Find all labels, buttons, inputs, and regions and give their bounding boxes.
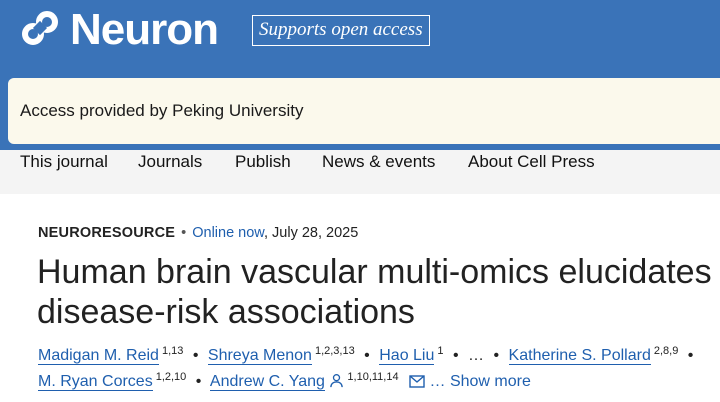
author-separator: • xyxy=(364,347,370,364)
author-affiliation: 1,13 xyxy=(161,344,184,357)
article-meta: NEURORESOURCE • Online now, July 28, 2025 xyxy=(38,225,358,241)
author-affiliation: 1 xyxy=(437,344,444,357)
article-type: NEURORESOURCE xyxy=(38,225,176,241)
author-separator: • xyxy=(452,347,459,364)
main-navigation: This journal Journals Publish News & eve… xyxy=(0,150,720,194)
author-link[interactable]: Andrew C. Yang xyxy=(209,373,325,391)
nav-about-cell-press[interactable]: About Cell Press xyxy=(468,152,595,172)
author-link[interactable]: M. Ryan Corces xyxy=(38,373,153,391)
cell-press-logo-icon xyxy=(20,8,60,53)
journal-name: Neuron xyxy=(70,5,219,54)
access-notice: Access provided by Peking University xyxy=(8,78,720,144)
authors-ellipsis: … xyxy=(468,347,485,364)
author-separator: • xyxy=(195,373,202,390)
author-affiliation: 1,10,11,14 xyxy=(347,370,399,383)
nav-news-events[interactable]: News & events xyxy=(322,152,435,172)
author-separator: • xyxy=(493,347,500,364)
author-link[interactable]: Shreya Menon xyxy=(207,347,312,365)
author-affiliation: 1,2,3,13 xyxy=(314,344,355,357)
author-line-2: M. Ryan Corces 1,2,10 • Andrew C. Yang 1,… xyxy=(38,369,531,397)
author-separator: • xyxy=(687,347,694,364)
online-now-link[interactable]: Online now xyxy=(192,225,264,241)
nav-publish[interactable]: Publish xyxy=(235,152,291,172)
nav-journals[interactable]: Journals xyxy=(138,152,202,172)
person-icon xyxy=(329,371,344,397)
article-title: Human brain vascular multi-omics elucida… xyxy=(37,253,712,331)
author-affiliation: 2,8,9 xyxy=(653,344,679,357)
author-affiliation: 1,2,10 xyxy=(155,370,187,383)
article-header: NEURORESOURCE • Online now, July 28, 2025 … xyxy=(0,194,720,402)
show-more-authors-button[interactable]: … Show more xyxy=(430,373,531,390)
author-link[interactable]: Madigan M. Reid xyxy=(38,347,159,365)
author-link[interactable]: Katherine S. Pollard xyxy=(508,347,651,365)
publication-date: , July 28, 2025 xyxy=(263,225,359,241)
open-access-badge[interactable]: Supports open access xyxy=(252,15,430,46)
author-separator: • xyxy=(192,347,199,364)
site-header: Neuron Supports open access Access provi… xyxy=(0,0,720,150)
email-icon[interactable] xyxy=(409,371,425,397)
nav-this-journal[interactable]: This journal xyxy=(20,152,108,172)
neuron-logo[interactable]: Neuron xyxy=(20,5,219,54)
access-notice-text: Access provided by Peking University xyxy=(20,101,304,120)
author-line-1: Madigan M. Reid 1,13 • Shreya Menon 1,2,3,… xyxy=(38,343,698,369)
meta-separator: • xyxy=(181,225,187,241)
author-link[interactable]: Hao Liu xyxy=(379,347,435,365)
